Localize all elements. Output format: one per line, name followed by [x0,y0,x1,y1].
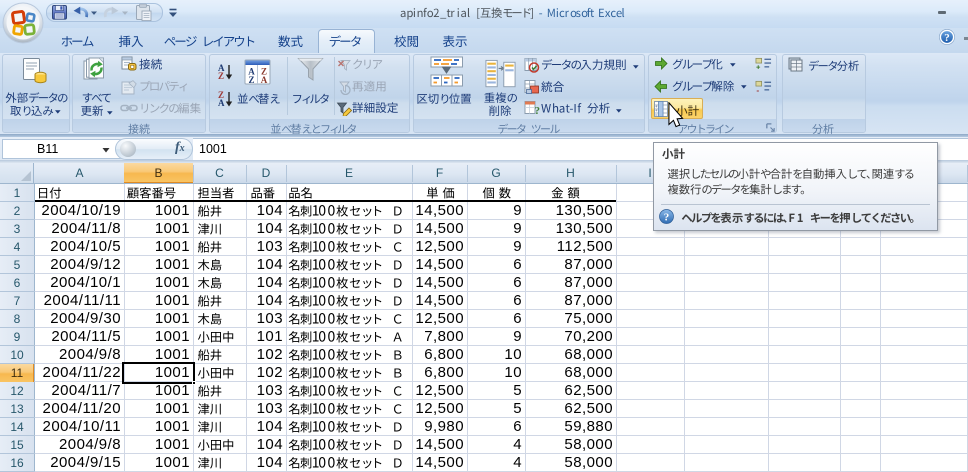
svg-text:?: ? [535,105,541,116]
svg-text:=: = [655,112,658,117]
svg-text:?: ? [944,32,950,44]
svg-text:?: ? [664,211,670,223]
svg-text:A: A [261,75,268,85]
svg-text:-: - [756,85,759,94]
svg-text:+: + [756,63,761,71]
svg-text:Z: Z [248,75,254,85]
